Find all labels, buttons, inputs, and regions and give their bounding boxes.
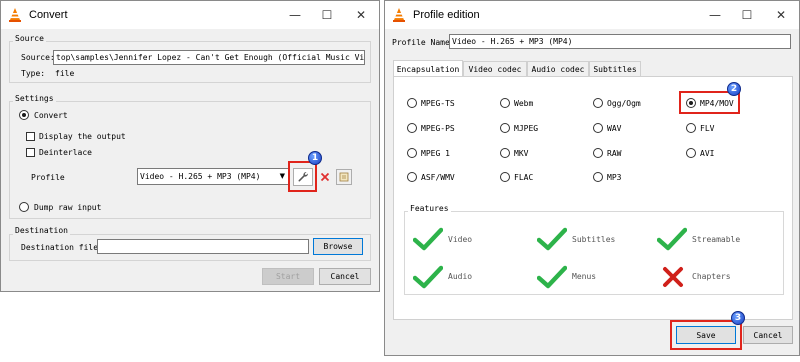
format-label-mpeg-ps: MPEG-PS (421, 124, 455, 133)
step-3-badge: 3 (731, 311, 745, 325)
profile-name-label: Profile Name (392, 38, 450, 47)
display-output-checkbox[interactable] (26, 132, 35, 141)
format-label-mpeg-1: MPEG 1 (421, 149, 450, 158)
close-button[interactable]: ✕ (343, 1, 379, 29)
feature-chapters-label: Chapters (692, 272, 731, 281)
settings-group-title: Settings (13, 94, 56, 103)
feature-audio-label: Audio (448, 272, 473, 281)
format-label-mjpeg: MJPEG (514, 124, 539, 133)
tab-subtitles[interactable]: Subtitles (589, 61, 641, 77)
format-radio-raw[interactable] (593, 148, 603, 158)
format-label-mp3: MP3 (607, 173, 622, 182)
source-field[interactable]: top\samples\Jennifer Lopez - Can't Get E… (53, 50, 365, 65)
minimize-button[interactable]: — (699, 1, 731, 29)
vlc-cone-icon (391, 7, 407, 23)
close-button[interactable]: ✕ (763, 1, 799, 29)
convert-radio[interactable] (19, 110, 29, 120)
type-value: file (55, 69, 75, 78)
profile-titlebar: Profile edition — ☐ ✕ (385, 1, 799, 29)
format-label-webm: Webm (514, 99, 534, 108)
features-group (404, 211, 784, 295)
deinterlace-checkbox[interactable] (26, 148, 35, 157)
profile-select-value: Video - H.265 + MP3 (MP4) (140, 172, 261, 181)
tab-video-codec[interactable]: Video codec (463, 61, 527, 77)
delete-profile-button[interactable] (317, 169, 333, 185)
profile-cancel-button[interactable]: Cancel (743, 326, 793, 344)
format-label-mpeg-ts: MPEG-TS (421, 99, 455, 108)
profile-edition-window: Profile edition — ☐ ✕ Profile Name Video… (384, 0, 800, 356)
profile-name-field[interactable]: Video - H.265 + MP3 (MP4) (449, 34, 791, 49)
profile-label: Profile (31, 173, 65, 182)
format-label-raw: RAW (607, 149, 622, 158)
audio-check-icon (413, 265, 443, 289)
step-2-badge: 2 (727, 82, 741, 96)
convert-titlebar: Convert — ☐ ✕ (1, 1, 379, 29)
menus-check-icon (537, 265, 567, 289)
feature-subtitles-label: Subtitles (572, 235, 616, 244)
source-label: Source: (21, 53, 55, 62)
convert-window: Convert — ☐ ✕ Source Source: top\samples… (0, 0, 380, 292)
source-group-title: Source (13, 34, 46, 43)
convert-cancel-button[interactable]: Cancel (319, 268, 371, 285)
tab-audio-codec[interactable]: Audio codec (527, 61, 589, 77)
chapters-cross-icon (661, 265, 685, 289)
format-label-mkv: MKV (514, 149, 529, 158)
format-radio-mp3[interactable] (593, 172, 603, 182)
format-radio-mkv[interactable] (500, 148, 510, 158)
tab-encapsulation[interactable]: Encapsulation (393, 60, 463, 77)
profile-window-title: Profile edition (413, 9, 480, 21)
type-label: Type: (21, 69, 46, 78)
format-label-flv: FLV (700, 124, 715, 133)
format-label-flac: FLAC (514, 173, 534, 182)
format-radio-ogg[interactable] (593, 98, 603, 108)
destination-label: Destination file: (21, 243, 103, 252)
convert-window-title: Convert (29, 9, 68, 21)
chevron-down-icon: ▼ (279, 172, 285, 180)
convert-radio-label: Convert (34, 111, 68, 120)
encapsulation-panel: MPEG-TS Webm Ogg/Ogm MP4/MOV 2 MPEG-PS M… (393, 76, 793, 320)
format-radio-avi[interactable] (686, 148, 696, 158)
delete-icon (320, 172, 330, 182)
maximize-button[interactable]: ☐ (731, 1, 763, 29)
format-radio-mjpeg[interactable] (500, 123, 510, 133)
format-radio-mpeg-ps[interactable] (407, 123, 417, 133)
format-label-wav: WAV (607, 124, 622, 133)
browse-button[interactable]: Browse (313, 238, 363, 255)
feature-video-label: Video (448, 235, 473, 244)
format-radio-mpeg-1[interactable] (407, 148, 417, 158)
maximize-button[interactable]: ☐ (311, 1, 343, 29)
format-radio-asf-wmv[interactable] (407, 172, 417, 182)
new-profile-icon (339, 172, 349, 182)
dump-raw-label: Dump raw input (34, 203, 102, 212)
display-output-label: Display the output (39, 132, 126, 141)
format-radio-flac[interactable] (500, 172, 510, 182)
save-highlight (670, 320, 742, 350)
feature-menus-label: Menus (572, 272, 597, 281)
features-group-title: Features (408, 204, 451, 213)
destination-field[interactable] (97, 239, 309, 254)
format-radio-flv[interactable] (686, 123, 696, 133)
minimize-button[interactable]: — (279, 1, 311, 29)
destination-group-title: Destination (13, 226, 70, 235)
video-check-icon (413, 227, 443, 251)
format-label-ogg: Ogg/Ogm (607, 99, 641, 108)
subtitles-check-icon (537, 227, 567, 251)
format-label-asf-wmv: ASF/WMV (421, 173, 455, 182)
vlc-cone-icon (7, 7, 23, 23)
deinterlace-label: Deinterlace (39, 148, 92, 157)
dump-raw-radio[interactable] (19, 202, 29, 212)
format-radio-webm[interactable] (500, 98, 510, 108)
profile-select[interactable]: Video - H.265 + MP3 (MP4) ▼ (137, 168, 289, 185)
step-1-badge: 1 (308, 151, 322, 165)
feature-streamable-label: Streamable (692, 235, 741, 244)
new-profile-button[interactable] (336, 169, 352, 185)
format-radio-mpeg-ts[interactable] (407, 98, 417, 108)
format-label-avi: AVI (700, 149, 715, 158)
streamable-check-icon (657, 227, 687, 251)
edit-profile-highlight (288, 161, 317, 192)
format-radio-wav[interactable] (593, 123, 603, 133)
start-button[interactable]: Start (262, 268, 314, 285)
